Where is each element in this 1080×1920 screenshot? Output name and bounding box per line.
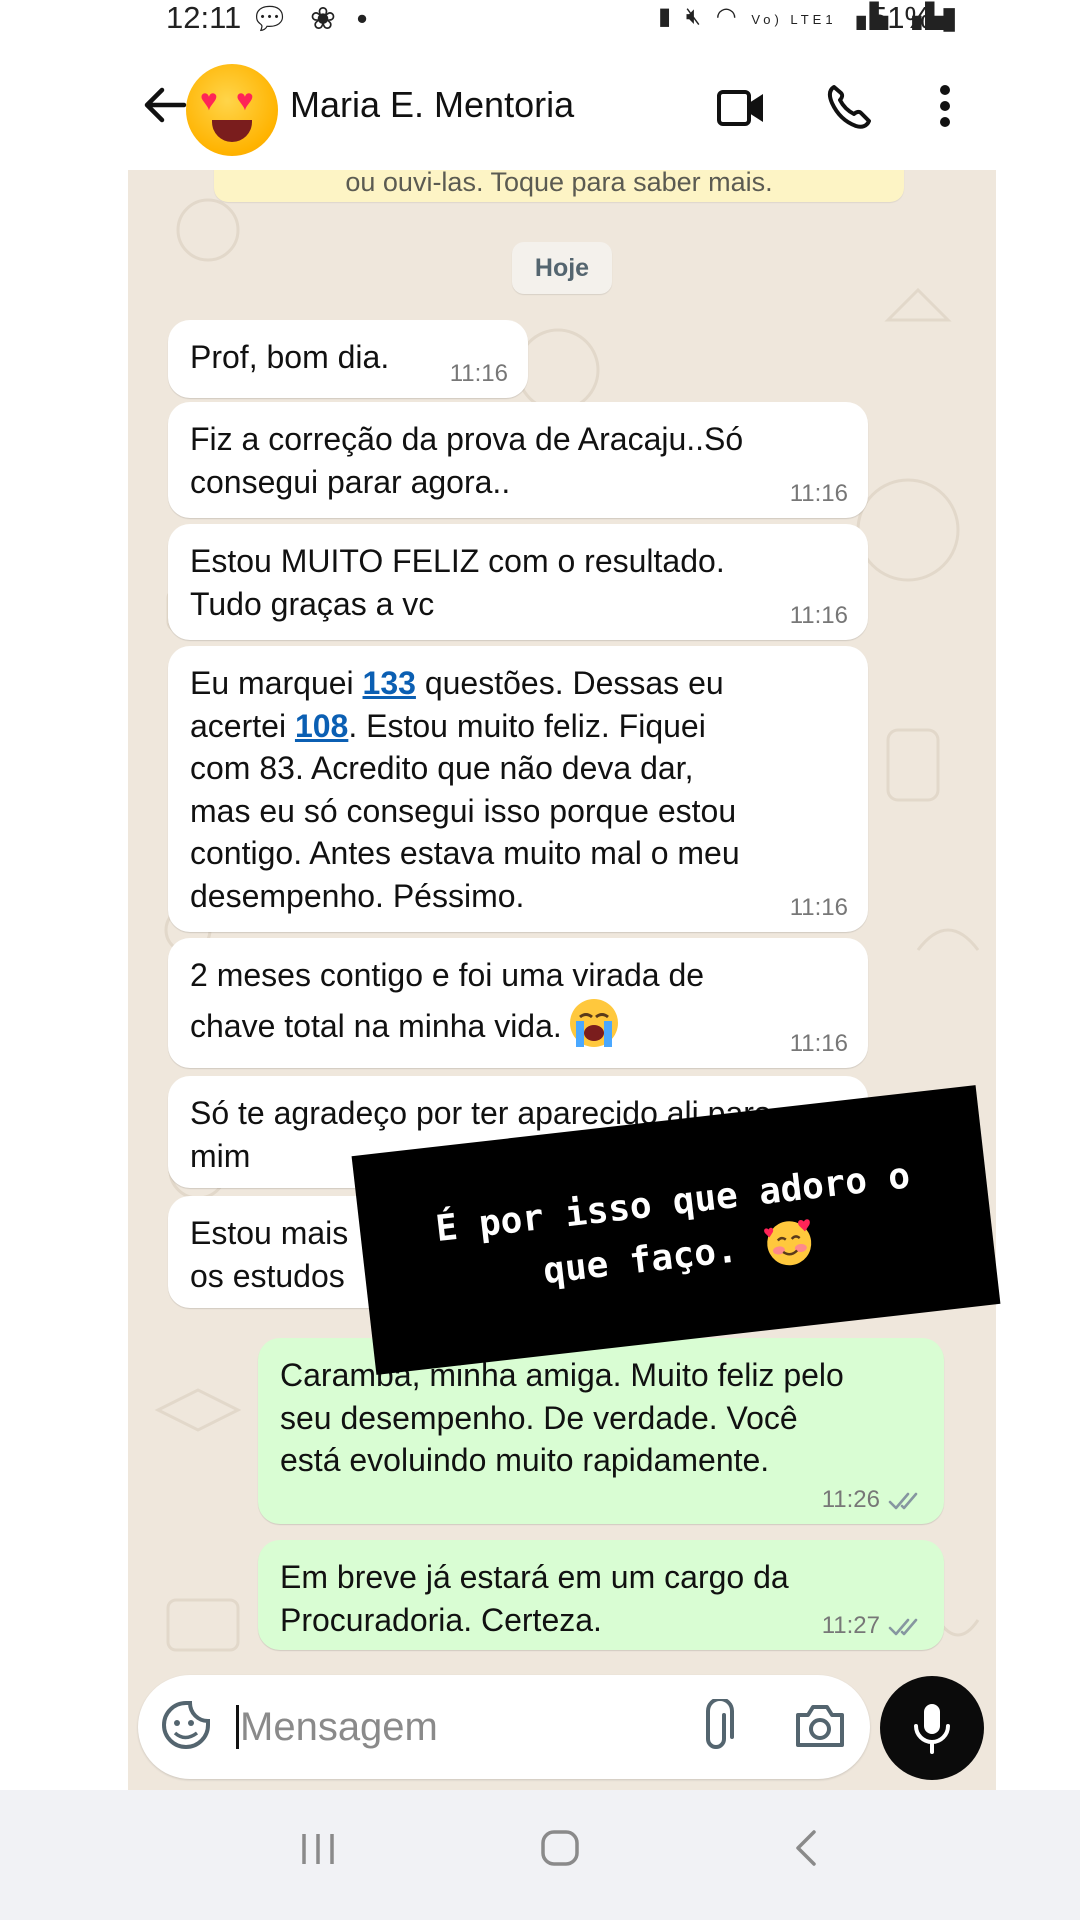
date-separator: Hoje: [512, 242, 612, 294]
message-text: Fiz a correção da prova de Aracaju..Só c…: [190, 421, 744, 500]
battery-saver-icon: ▮: [658, 3, 676, 30]
message-text: 2 meses contigo e foi uma virada de chav…: [190, 954, 802, 1049]
voice-message-button[interactable]: [880, 1676, 984, 1780]
encryption-banner[interactable]: ou ouvi-las. Toque para saber mais.: [214, 170, 904, 202]
message-text: Estou MUITO FELIZ com o resultado. Tudo …: [190, 543, 725, 622]
message-meta: 11:27: [822, 1612, 924, 1640]
contact-name[interactable]: Maria E. Mentoria: [290, 84, 574, 126]
mute-icon: 🔇︎: [685, 3, 706, 30]
volte-icon: Vo) LTE1: [751, 12, 837, 27]
smile-mouth: [212, 120, 252, 142]
status-bar: 12:11 💬︎ ❀ • ▮ 🔇︎ ◠ Vo) LTE1 ▗▙ ▗▙ 51% ▮: [0, 0, 1080, 40]
dot-icon: •: [356, 1, 374, 36]
message-time: 11:27: [821, 1612, 880, 1639]
message-time: 11:16: [789, 480, 848, 507]
chat-bubble-icon: 💬︎: [250, 1, 296, 36]
message-list: ou ouvi-las. Toque para saber mais. Hoje…: [128, 170, 996, 1792]
back-icon[interactable]: [790, 1828, 820, 1868]
video-call-icon[interactable]: [716, 86, 766, 130]
incoming-message[interactable]: Estou MUITO FELIZ com o resultado. Tudo …: [168, 524, 868, 640]
incoming-message[interactable]: 2 meses contigo e foi uma virada de chav…: [168, 938, 868, 1068]
message-input[interactable]: [238, 1697, 682, 1757]
incoming-message[interactable]: Eu marquei 133 questões. Dessas eu acert…: [168, 646, 868, 932]
status-left-icons: 💬︎ ❀ •: [250, 0, 373, 37]
wifi-icon: ◠: [715, 3, 741, 30]
read-ticks-icon: [888, 1492, 918, 1509]
message-time: 11:16: [789, 1030, 848, 1057]
sticker-emoji-icon[interactable]: [160, 1699, 212, 1755]
back-arrow-icon[interactable]: [140, 80, 190, 130]
more-vert-icon[interactable]: [938, 84, 952, 128]
attach-icon[interactable]: [696, 1699, 736, 1755]
number-link[interactable]: 108: [295, 708, 348, 744]
chat-header: ♥ ♥ Maria E. Mentoria: [0, 60, 1080, 170]
system-navigation-bar: [0, 1790, 1080, 1920]
overlay-text: É por isso que adoro o que faço.: [392, 1145, 961, 1316]
smiling-face-with-hearts-icon: [764, 1219, 812, 1266]
outgoing-message[interactable]: Em breve já estará em um cargo da Procur…: [258, 1540, 944, 1650]
avatar[interactable]: ♥ ♥: [186, 64, 278, 156]
encryption-banner-text: ou ouvi-las. Toque para saber mais.: [345, 170, 773, 197]
outgoing-message[interactable]: Caramba, minha amiga. Muito feliz pelo s…: [258, 1338, 944, 1524]
phone-icon[interactable]: [826, 82, 872, 130]
microphone-icon: [914, 1704, 950, 1754]
loudly-crying-face-icon: [569, 998, 618, 1047]
message-text-body: 2 meses contigo e foi uma virada de chav…: [190, 957, 705, 1044]
battery-status: 51% ▮: [870, 0, 958, 36]
message-time: 11:26: [821, 1486, 880, 1513]
message-text: Eu marquei 133 questões. Dessas eu acert…: [190, 662, 802, 917]
message-time: 11:16: [789, 894, 848, 921]
message-composer: [138, 1675, 870, 1779]
status-time: 12:11: [166, 0, 242, 35]
message-time: 11:16: [449, 360, 508, 387]
heart-eye-right-icon: ♥: [236, 84, 254, 117]
incoming-message[interactable]: Fiz a correção da prova de Aracaju..Só c…: [168, 402, 868, 518]
camera-icon[interactable]: [794, 1701, 846, 1749]
heart-eye-left-icon: ♥: [200, 84, 218, 117]
chat-area[interactable]: ou ouvi-las. Toque para saber mais. Hoje…: [128, 170, 996, 1792]
text-segment: Eu marquei: [190, 665, 363, 701]
incoming-message[interactable]: Prof, bom dia. 11:16: [168, 320, 528, 398]
home-icon[interactable]: [540, 1828, 580, 1868]
recents-icon[interactable]: [298, 1828, 338, 1868]
battery-percent: 51%: [870, 0, 933, 35]
message-text: Prof, bom dia.: [190, 339, 390, 375]
battery-icon: ▮: [932, 0, 958, 35]
pinwheel-icon: ❀: [309, 1, 342, 36]
number-link[interactable]: 133: [363, 665, 416, 701]
overlay-text-body: É por isso que adoro o que faço.: [433, 1155, 913, 1293]
message-meta: 11:26: [822, 1486, 924, 1514]
read-ticks-icon: [888, 1618, 918, 1635]
message-time: 11:16: [789, 602, 848, 629]
